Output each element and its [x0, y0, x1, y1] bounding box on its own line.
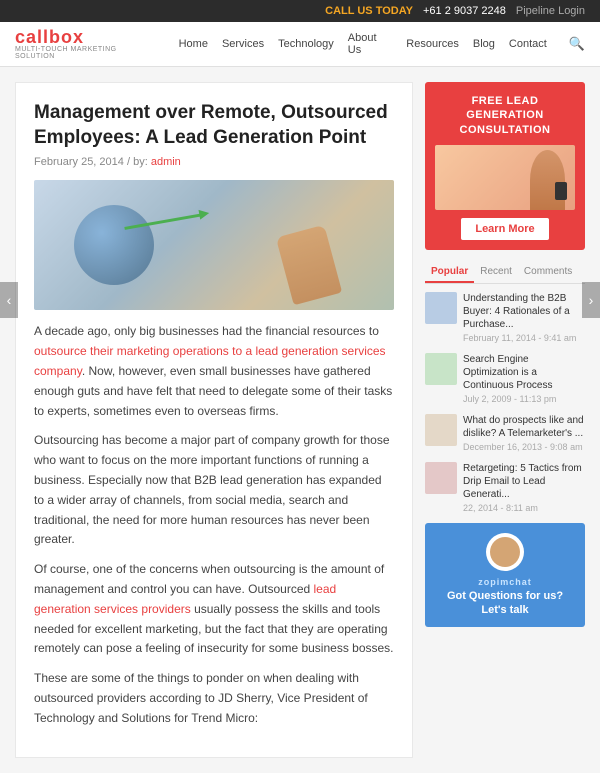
nav-resources[interactable]: Resources [406, 38, 459, 50]
chat-widget[interactable]: zopimchat Got Questions for us? Let's ta… [425, 523, 585, 628]
call-us-label: CALL US TODAY [325, 5, 413, 17]
by-label: by: [133, 156, 148, 168]
top-bar: CALL US TODAY +61 2 9037 2248 Pipeline L… [0, 0, 600, 22]
link-providers[interactable]: lead generation services providers [34, 582, 336, 616]
logo-sub: MULTI-TOUCH MARKETING SOLUTION [15, 46, 159, 60]
post-date-4: 22, 2014 - 8:11 am [463, 503, 585, 513]
nav-arrow-left[interactable]: ‹ [0, 282, 18, 318]
sidebar-post-1: Understanding the B2B Buyer: 4 Rationale… [425, 292, 585, 343]
sidebar: FREE LEAD GENERATION CONSULTATION Learn … [425, 82, 585, 758]
image-overlay [34, 180, 394, 310]
article-paragraph-2: Outsourcing has become a major part of c… [34, 431, 394, 550]
post-title-4[interactable]: Retargeting: 5 Tactics from Drip Email t… [463, 462, 585, 501]
ad-phone [555, 182, 567, 200]
ad-box: FREE LEAD GENERATION CONSULTATION Learn … [425, 82, 585, 250]
article-content: Management over Remote, Outsourced Emplo… [15, 82, 413, 758]
nav-links: Home Services Technology About Us Resour… [179, 32, 585, 56]
post-title-2[interactable]: Search Engine Optimization is a Continuo… [463, 353, 585, 392]
nav-contact[interactable]: Contact [509, 38, 547, 50]
ad-image [435, 145, 575, 210]
globe-decoration [74, 205, 154, 285]
post-date-3: December 16, 2013 - 9:08 am [463, 442, 585, 452]
article-meta: February 25, 2014 / by: admin [34, 156, 394, 168]
sidebar-post-2: Search Engine Optimization is a Continuo… [425, 353, 585, 404]
post-title-1[interactable]: Understanding the B2B Buyer: 4 Rationale… [463, 292, 585, 331]
learn-more-button[interactable]: Learn More [461, 218, 548, 240]
link-outsource[interactable]: outsource their marketing operations to … [34, 344, 386, 378]
hand-decoration [276, 225, 342, 306]
post-thumb-2 [425, 353, 457, 385]
main-layout: Management over Remote, Outsourced Emplo… [0, 67, 600, 773]
nav-about[interactable]: About Us [348, 32, 393, 56]
tab-comments[interactable]: Comments [518, 262, 578, 283]
nav-technology[interactable]: Technology [278, 38, 334, 50]
site-logo[interactable]: callbox MULTI-TOUCH MARKETING SOLUTION [15, 28, 159, 60]
tab-popular[interactable]: Popular [425, 262, 474, 283]
ad-title: FREE LEAD GENERATION CONSULTATION [435, 94, 575, 137]
article-author[interactable]: admin [151, 156, 181, 168]
chat-avatar [486, 533, 524, 571]
sidebar-tabs: Popular Recent Comments [425, 262, 585, 284]
sidebar-post-3: What do prospects like and dislike? A Te… [425, 414, 585, 452]
article-paragraph-4: These are some of the things to ponder o… [34, 669, 394, 728]
post-thumb-4 [425, 462, 457, 494]
post-date-2: July 2, 2009 - 11:13 pm [463, 394, 585, 404]
main-nav: callbox MULTI-TOUCH MARKETING SOLUTION H… [0, 22, 600, 67]
nav-blog[interactable]: Blog [473, 38, 495, 50]
phone-number: +61 2 9037 2248 [423, 5, 506, 17]
chat-text: Got Questions for us? Let's talk [435, 589, 575, 618]
post-thumb-3 [425, 414, 457, 446]
search-icon[interactable]: 🔍 [569, 36, 585, 52]
pipeline-login-link[interactable]: Pipeline Login [516, 5, 585, 17]
sidebar-post-4: Retargeting: 5 Tactics from Drip Email t… [425, 462, 585, 513]
article-title: Management over Remote, Outsourced Emplo… [34, 101, 394, 150]
chat-avatar-image [490, 537, 520, 567]
post-date-1: February 11, 2014 - 9:41 am [463, 333, 585, 343]
post-thumb-1 [425, 292, 457, 324]
nav-home[interactable]: Home [179, 38, 208, 50]
article-date: February 25, 2014 [34, 156, 124, 168]
article-paragraph-1: A decade ago, only big businesses had th… [34, 322, 394, 421]
chat-brand: zopimchat [435, 577, 575, 587]
article-paragraph-3: Of course, one of the concerns when outs… [34, 560, 394, 659]
post-title-3[interactable]: What do prospects like and dislike? A Te… [463, 414, 585, 440]
article-image [34, 180, 394, 310]
tab-recent[interactable]: Recent [474, 262, 518, 283]
ad-person [530, 150, 565, 210]
nav-services[interactable]: Services [222, 38, 264, 50]
nav-arrow-right[interactable]: › [582, 282, 600, 318]
logo-text: callbox [15, 28, 159, 46]
